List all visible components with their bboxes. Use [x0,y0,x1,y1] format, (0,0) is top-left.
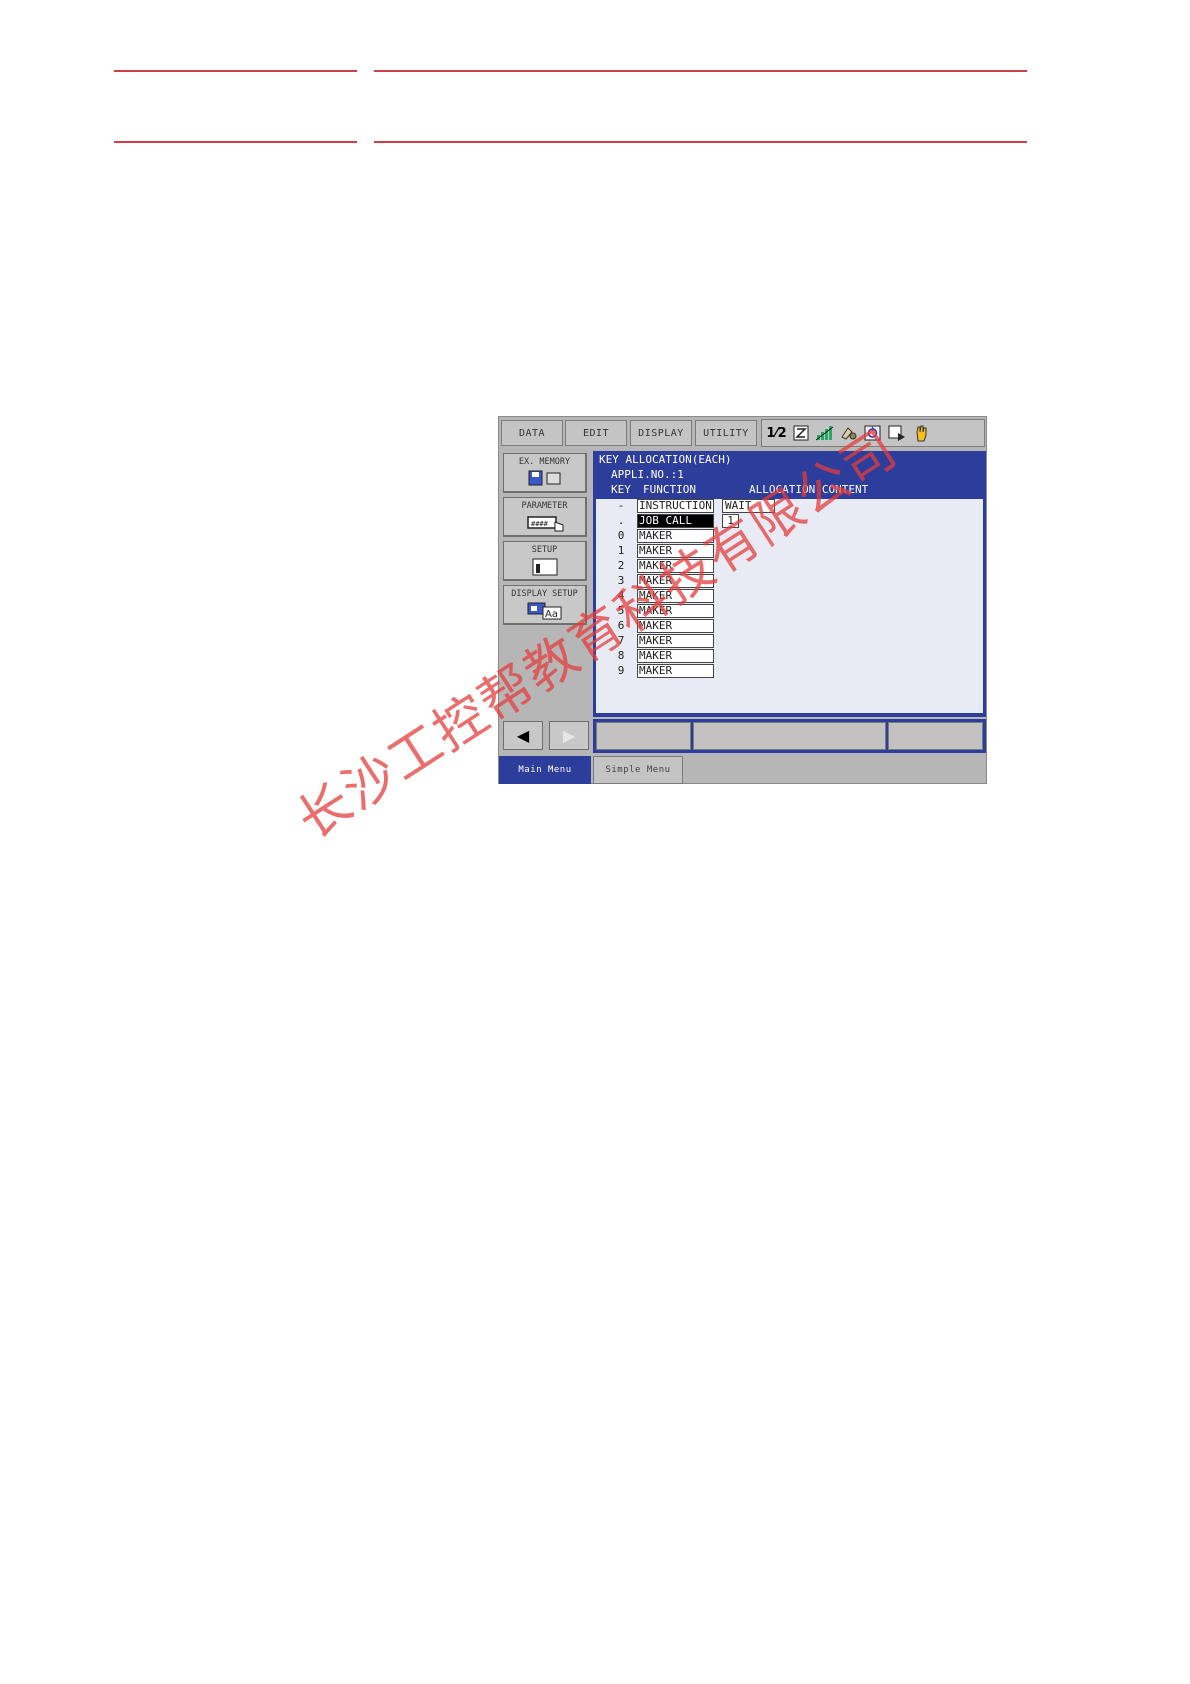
z-icon [790,423,811,443]
function-key-3[interactable] [888,722,983,750]
arrow-right-icon: ▶ [562,726,576,745]
function-field[interactable]: MAKER [637,529,714,543]
page-forward-button[interactable]: ▶ [549,721,589,750]
allocation-content-field[interactable]: 1 [722,514,739,528]
sidebar-item-label: DISPLAY SETUP [511,589,578,599]
setup-icon [532,558,557,576]
svg-text:Aa: Aa [545,609,558,620]
mode-icon: 1⁄2 [766,425,787,441]
tab-display[interactable]: DISPLAY [630,420,692,446]
arrow-left-icon: ◀ [516,726,530,745]
allocation-content-field[interactable]: WAIT [722,499,775,513]
bottom-bar: Main Menu Simple Menu [499,756,986,784]
key-label: 8 [617,649,625,662]
function-field-selected[interactable]: JOB CALL [637,514,714,528]
cycle-icon [862,423,883,443]
function-field[interactable]: INSTRUCTION [637,499,714,513]
function-field[interactable]: MAKER [637,544,714,558]
key-label: 2 [617,559,625,572]
key-label: 7 [617,634,625,647]
sidebar-item-label: EX. MEMORY [518,457,571,467]
key-label: . [617,514,625,527]
function-field[interactable]: MAKER [637,559,714,573]
key-label: 3 [617,574,625,587]
parameter-icon: #### [526,516,563,532]
sidebar-item-display-setup[interactable]: DISPLAY SETUP Aa [503,585,587,625]
tab-utility[interactable]: UTILITY [695,420,757,446]
key-label: 0 [617,529,625,542]
header-rule-right-bottom [374,141,1027,143]
screen-title: KEY ALLOCATION(EACH) [599,453,732,466]
key-label: 5 [617,604,625,617]
menu-bar: DATA EDIT DISPLAY UTILITY 1⁄2 [499,417,986,449]
function-key-1[interactable] [596,722,691,750]
header-rule-left-bottom [114,141,357,143]
main-panel: KEY ALLOCATION(EACH) APPLI.NO.:1 KEY FUN… [593,451,986,717]
floppy-icon [528,470,560,486]
sidebar-item-ex-memory[interactable]: EX. MEMORY [503,453,587,493]
key-label: 9 [617,664,625,677]
function-key-bar [593,719,986,753]
function-key-2[interactable] [693,722,886,750]
header-rule-left-top [114,70,357,72]
column-header-key: KEY [611,483,631,496]
sidebar-item-setup[interactable]: SETUP [503,541,587,581]
function-field[interactable]: MAKER [637,604,714,618]
page-arrows: ◀ ▶ [503,719,591,751]
appli-number: APPLI.NO.:1 [611,468,684,481]
tab-edit[interactable]: EDIT [565,420,627,446]
function-field[interactable]: MAKER [637,649,714,663]
header-rule-right-top [374,70,1027,72]
key-label: 4 [617,589,625,602]
display-setup-icon: Aa [527,602,561,620]
function-field[interactable]: MAKER [637,619,714,633]
tool-icon [838,423,859,443]
sidebar-item-label: SETUP [531,545,558,555]
sidebar-item-parameter[interactable]: PARAMETER #### [503,497,587,537]
function-field[interactable]: MAKER [637,664,714,678]
key-allocation-list: - INSTRUCTION WAIT . JOB CALL 1 0 MAKER … [596,499,983,713]
key-label: - [617,499,625,512]
function-field[interactable]: MAKER [637,574,714,588]
tab-data[interactable]: DATA [501,420,563,446]
key-label: 1 [617,544,625,557]
simple-menu-button[interactable]: Simple Menu [593,756,683,784]
play-icon [886,423,907,443]
key-label: 6 [617,619,625,632]
function-field[interactable]: MAKER [637,634,714,648]
page-back-button[interactable]: ◀ [503,721,543,750]
pendant-screen: DATA EDIT DISPLAY UTILITY 1⁄2 EX. MEMORY… [498,416,987,784]
column-header-content: ALLOCATION CONTENT [749,483,869,496]
svg-text:####: #### [531,520,549,528]
sidebar: EX. MEMORY PARAMETER #### SETUP DISPLAY … [501,451,591,751]
sidebar-item-label: PARAMETER [521,501,568,511]
column-header-function: FUNCTION [643,483,696,496]
function-field[interactable]: MAKER [637,589,714,603]
signal-icon [814,423,835,443]
main-menu-button[interactable]: Main Menu [499,756,591,784]
status-area: 1⁄2 [761,419,985,447]
hand-icon [910,423,931,443]
